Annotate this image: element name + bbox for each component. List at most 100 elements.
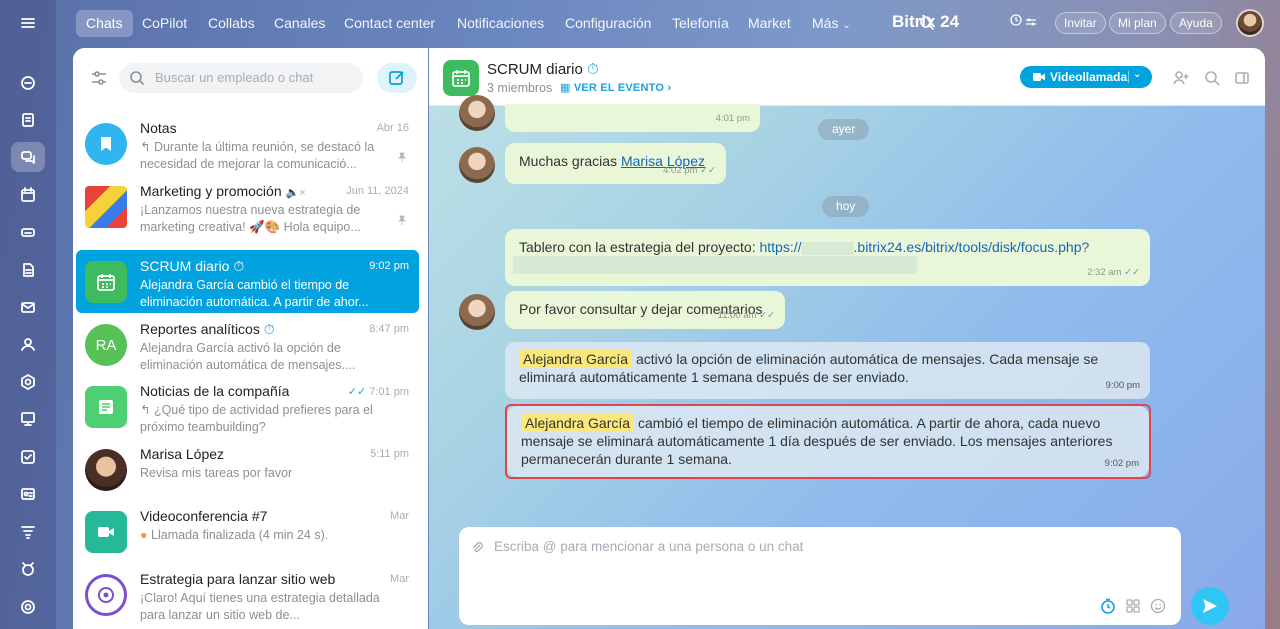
copilot-icon[interactable]: [11, 554, 45, 584]
chat-item-marketing[interactable]: Marketing y promoción 🔈× Jun 11, 2024 ¡L…: [76, 175, 419, 239]
add-user-icon[interactable]: [1172, 69, 1190, 87]
settings-icon[interactable]: [11, 592, 45, 622]
timer-icon: ⏱: [233, 258, 245, 274]
message-bubble: Tablero con la estrategia del proyecto: …: [505, 229, 1150, 286]
send-button[interactable]: [1191, 587, 1229, 625]
chat-time-text: 7:01 pm: [369, 386, 409, 398]
link-part[interactable]: .bitrix24.es/bitrix/tools/disk/focus.php…: [854, 239, 1090, 255]
checklist-icon[interactable]: [11, 442, 45, 472]
emoji-icon[interactable]: [1150, 598, 1166, 614]
brand-logo[interactable]: Bitrix 24: [892, 12, 959, 32]
calendar-icon[interactable]: [11, 180, 45, 210]
bookmark-icon: [85, 123, 127, 165]
nav-more-label: Más: [812, 15, 839, 31]
crm-icon[interactable]: [11, 367, 45, 397]
sidebar-toggle-icon[interactable]: [1233, 69, 1251, 87]
chevron-down-icon: ⌄: [842, 20, 851, 31]
link-part[interactable]: https://: [759, 239, 801, 255]
composer-placeholder: Escriba @ para mencionar a una persona o…: [494, 539, 804, 554]
sites-icon[interactable]: [11, 404, 45, 434]
nav-market[interactable]: Market: [738, 10, 801, 37]
chat-time: Mar: [390, 573, 409, 585]
read-check-icon: ✓✓: [347, 386, 367, 398]
new-chat-button[interactable]: [377, 63, 417, 93]
avatar[interactable]: [459, 147, 495, 183]
chat-time: Jun 11, 2024: [346, 185, 409, 197]
highlight-frame: [505, 404, 1151, 479]
search-icon: [130, 71, 145, 86]
system-message: Alejandra García activó la opción de eli…: [505, 342, 1150, 399]
chat-name: Marketing y promoción 🔈×: [140, 183, 306, 199]
initials-avatar: RA: [85, 324, 127, 366]
tasks-board-icon[interactable]: [11, 105, 45, 135]
search-icon[interactable]: [1203, 69, 1221, 87]
chat-item-notas[interactable]: Notas Abr 16 ↰ Durante la última reunión…: [76, 112, 419, 176]
message-input[interactable]: Escriba @ para mencionar a una persona o…: [459, 527, 1181, 625]
nav-configuracion[interactable]: Configuración: [555, 10, 661, 37]
filter-icon[interactable]: [89, 68, 109, 88]
search-input[interactable]: Buscar un empleado o chat: [119, 63, 363, 93]
chat-item-estrategia[interactable]: Estrategia para lanzar sitio web Mar ¡Cl…: [76, 563, 419, 627]
chat-item-scrum-diario[interactable]: SCRUM diario ⏱ 9:02 pm Alejandra García …: [76, 250, 419, 313]
contacts-icon[interactable]: [11, 329, 45, 359]
mention[interactable]: Alejandra García: [519, 350, 633, 368]
help-button[interactable]: Ayuda: [1170, 12, 1222, 34]
compose-icon: [389, 71, 404, 85]
messenger-icon[interactable]: [11, 142, 45, 172]
message-text: Muchas gracias: [519, 153, 621, 169]
news-icon: [85, 386, 127, 428]
apps-grid-icon[interactable]: [1125, 598, 1141, 614]
user-avatar[interactable]: [1236, 9, 1264, 37]
my-plan-button[interactable]: Mi plan: [1109, 12, 1166, 34]
chat-item-noticias[interactable]: Noticias de la compañía ✓✓ 7:01 pm ↰ ¿Qu…: [76, 375, 419, 439]
chat-item-marisa-lopez[interactable]: Marisa López 5:11 pm Revisa mis tareas p…: [76, 438, 419, 502]
chat-title-text: SCRUM diario: [487, 61, 583, 78]
avatar[interactable]: [459, 95, 495, 131]
chat-time: 5:11 pm: [370, 448, 409, 460]
view-event-label: VER EL EVENTO: [573, 82, 665, 94]
nav-copilot[interactable]: CoPilot: [132, 10, 197, 37]
invite-button[interactable]: Invitar: [1055, 12, 1106, 34]
clock-icon: [1010, 14, 1022, 26]
nav-notificaciones[interactable]: Notificaciones: [447, 10, 554, 37]
avatar[interactable]: [459, 294, 495, 330]
calendar-icon[interactable]: [443, 60, 479, 96]
drive-icon[interactable]: [11, 217, 45, 247]
redacted-block: [801, 241, 854, 255]
search-placeholder: Buscar un empleado o chat: [155, 70, 314, 85]
chat-title[interactable]: SCRUM diario ⏱: [487, 61, 599, 78]
video-call-button[interactable]: Videollamada ⌄: [1020, 66, 1152, 88]
chat-item-videoconferencia[interactable]: Videoconferencia #7 Mar ● Llamada finali…: [76, 500, 419, 564]
copilot-icon: [85, 574, 127, 616]
chat-item-reportes[interactable]: RA Reportes analíticos ⏱ 8:47 pm Alejand…: [76, 313, 419, 377]
members-count[interactable]: 3 miembros: [487, 81, 552, 95]
nav-telefonia[interactable]: Telefonía: [662, 10, 739, 37]
chat-name: Estrategia para lanzar sitio web: [140, 571, 336, 587]
nav-canales[interactable]: Canales: [264, 10, 335, 37]
nav-collabs[interactable]: Collabs: [198, 10, 265, 37]
mail-icon[interactable]: [11, 292, 45, 322]
automation-icon[interactable]: [11, 517, 45, 547]
attach-icon[interactable]: [471, 541, 485, 555]
calendar-icon: [85, 261, 127, 303]
nav-chats[interactable]: Chats: [76, 10, 133, 37]
view-event-link[interactable]: ▦ VER EL EVENTO ›: [560, 81, 671, 94]
chat-name: Notas: [140, 120, 177, 136]
timer-icon[interactable]: [1100, 598, 1116, 614]
employees-icon[interactable]: [11, 479, 45, 509]
sliders-icon[interactable]: [1025, 16, 1037, 28]
chat-preview: ● Llamada finalizada (4 min 24 s).: [140, 527, 385, 561]
chat-time: 8:47 pm: [369, 323, 409, 335]
feed-icon[interactable]: [11, 68, 45, 98]
menu-icon[interactable]: [11, 8, 45, 38]
video-camera-icon: [1033, 73, 1045, 81]
chat-name-text: SCRUM diario: [140, 258, 230, 274]
message-text: Tablero con la estrategia del proyecto:: [519, 239, 760, 255]
chevron-down-icon[interactable]: ⌄: [1133, 69, 1141, 80]
documents-icon[interactable]: [11, 255, 45, 285]
nav-more[interactable]: Más ⌄: [802, 10, 861, 37]
nav-contact-center[interactable]: Contact center: [334, 10, 445, 37]
left-rail: [0, 0, 56, 629]
message-time-text: 11:00 am: [717, 310, 757, 321]
chat-list-header: Buscar un empleado o chat: [73, 48, 428, 110]
